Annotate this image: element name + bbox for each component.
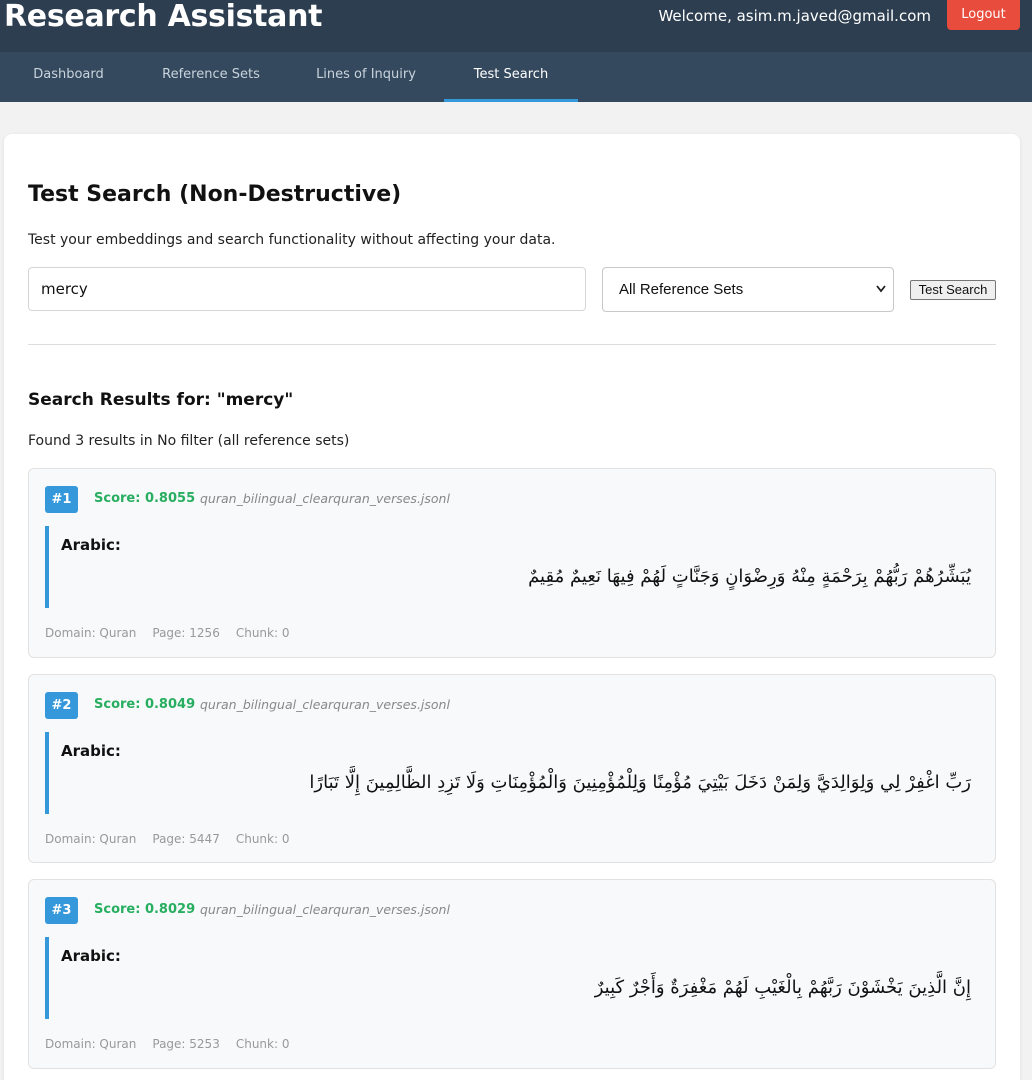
result-card: #2 Score: 0.8049 quran_bilingual_clearqu… — [28, 674, 996, 863]
welcome-message: Welcome, asim.m.javed@gmail.com — [658, 7, 931, 25]
content-block: Arabic: إِنَّ الَّذِينَ يَخْشَوْنَ رَبَّ… — [45, 937, 981, 1019]
nav-lines-of-inquiry[interactable]: Lines of Inquiry — [303, 52, 429, 102]
arabic-text: إِنَّ الَّذِينَ يَخْشَوْنَ رَبَّهُمْ بِا… — [594, 977, 971, 998]
source-file: quran_bilingual_clearquran_verses.jsonl — [200, 697, 450, 712]
meta-chunk: Chunk: 0 — [235, 626, 290, 640]
meta-page: Page: 5447 — [152, 832, 220, 846]
arabic-text: يُبَشِّرُهُمْ رَبُّهُمْ بِرَحْمَةٍ مِنْه… — [528, 566, 971, 587]
results-summary: Found 3 results in No filter (all refere… — [28, 433, 350, 449]
arabic-label: Arabic: — [61, 742, 121, 760]
logout-button[interactable]: Logout — [947, 0, 1020, 30]
score: Score: 0.8029 — [94, 902, 196, 917]
arabic-text: رَبِّ اغْفِرْ لِي وَلِوَالِدَيَّ وَلِمَن… — [309, 772, 971, 793]
score: Score: 0.8055 — [94, 491, 196, 506]
content-block: Arabic: يُبَشِّرُهُمْ رَبُّهُمْ بِرَحْمَ… — [45, 526, 981, 608]
meta-page: Page: 5253 — [152, 1037, 220, 1051]
nav-dashboard[interactable]: Dashboard — [20, 52, 117, 102]
results-title: Search Results for: "mercy" — [28, 390, 294, 410]
result-meta: Domain: Quran Page: 5447 Chunk: 0 — [45, 832, 305, 846]
rank-badge: #2 — [45, 692, 78, 719]
meta-domain: Domain: Quran — [45, 832, 137, 846]
result-meta: Domain: Quran Page: 5253 Chunk: 0 — [45, 1037, 305, 1051]
chevron-down-icon — [875, 268, 887, 329]
main-nav: Dashboard Reference Sets Lines of Inquir… — [0, 52, 1032, 102]
result-card: #3 Score: 0.8029 quran_bilingual_clearqu… — [28, 879, 996, 1069]
nav-test-search[interactable]: Test Search — [444, 52, 578, 102]
page-title: Test Search (Non-Destructive) — [28, 182, 402, 207]
nav-reference-sets[interactable]: Reference Sets — [146, 52, 276, 102]
source-file: quran_bilingual_clearquran_verses.jsonl — [200, 491, 450, 506]
reference-set-select-value: All Reference Sets — [619, 281, 744, 298]
score: Score: 0.8049 — [94, 697, 196, 712]
page-subtitle: Test your embeddings and search function… — [28, 232, 556, 248]
arabic-label: Arabic: — [61, 947, 121, 965]
test-search-button[interactable]: Test Search — [910, 280, 996, 300]
content-block: Arabic: رَبِّ اغْفِرْ لِي وَلِوَالِدَيَّ… — [45, 732, 981, 814]
app-header: Research Assistant Welcome, asim.m.javed… — [0, 0, 1032, 52]
search-input[interactable] — [28, 267, 586, 311]
meta-chunk: Chunk: 0 — [235, 832, 290, 846]
meta-chunk: Chunk: 0 — [235, 1037, 290, 1051]
meta-page: Page: 1256 — [152, 626, 220, 640]
result-card: #1 Score: 0.8055 quran_bilingual_clearqu… — [28, 468, 996, 658]
rank-badge: #1 — [45, 486, 78, 513]
reference-set-select[interactable]: All Reference Sets — [602, 267, 894, 312]
meta-domain: Domain: Quran — [45, 626, 137, 640]
rank-badge: #3 — [45, 897, 78, 924]
result-meta: Domain: Quran Page: 1256 Chunk: 0 — [45, 626, 305, 640]
divider — [28, 344, 996, 345]
arabic-label: Arabic: — [61, 536, 121, 554]
meta-domain: Domain: Quran — [45, 1037, 137, 1051]
source-file: quran_bilingual_clearquran_verses.jsonl — [200, 902, 450, 917]
app-title: Research Assistant — [4, 0, 323, 34]
